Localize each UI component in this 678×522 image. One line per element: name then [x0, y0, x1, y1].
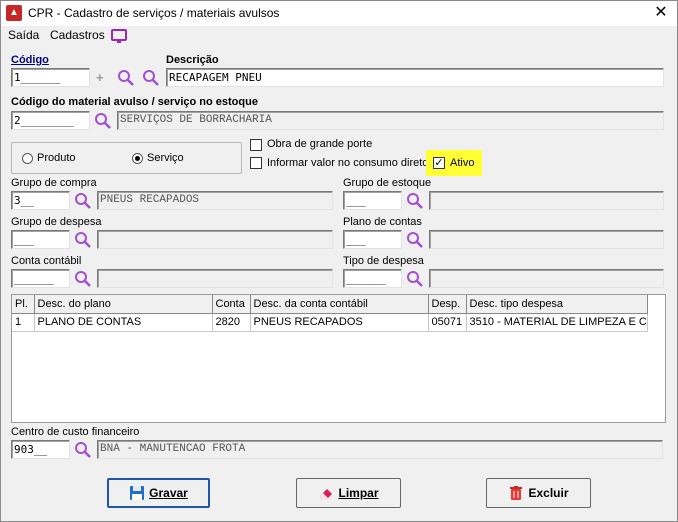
excluir-button[interactable]: Excluir	[486, 478, 591, 508]
informar-checkbox[interactable]	[250, 157, 262, 169]
conta-contabil-input[interactable]: ______	[11, 269, 70, 288]
menu-bar: Saída Cadastros	[1, 26, 677, 46]
search-descricao-icon[interactable]	[142, 69, 160, 87]
tipo-despesa-input[interactable]: ______	[343, 269, 402, 288]
codigo-input[interactable]: 1______	[11, 68, 90, 87]
cell-desp[interactable]: 05071	[428, 313, 467, 332]
search-grupo-estoque-icon[interactable]	[406, 192, 424, 210]
tipo-despesa-label: Tipo de despesa	[343, 255, 424, 267]
search-tipo-despesa-icon[interactable]	[406, 270, 424, 288]
estoque-code-input[interactable]: 2________	[11, 111, 90, 130]
search-icon[interactable]	[117, 69, 135, 87]
grupo-estoque-desc	[429, 191, 664, 210]
save-icon	[129, 485, 145, 501]
trash-icon	[508, 485, 524, 501]
limpar-label: Limpar	[338, 486, 379, 500]
grupo-despesa-label: Grupo de despesa	[11, 216, 102, 228]
col-pl[interactable]: Pl.	[12, 295, 35, 314]
search-plano-contas-icon[interactable]	[406, 231, 424, 249]
grupo-despesa-input[interactable]: ___	[11, 230, 70, 249]
title-bar: ▲ CPR - Cadastro de serviços / materiais…	[0, 0, 678, 26]
conta-contabil-label: Conta contábil	[11, 255, 82, 267]
plano-contas-label: Plano de contas	[343, 216, 422, 228]
menu-cadastros[interactable]: Cadastros	[50, 28, 105, 42]
grupo-estoque-input[interactable]: ___	[343, 191, 402, 210]
radio-servico[interactable]	[132, 153, 143, 164]
grupo-compra-desc: PNEUS RECAPADOS	[97, 191, 333, 210]
app-icon: ▲	[6, 5, 22, 21]
search-conta-contabil-icon[interactable]	[74, 270, 92, 288]
gravar-label: Gravar	[149, 486, 188, 500]
grupo-estoque-label: Grupo de estoque	[343, 177, 432, 189]
plano-contas-desc	[429, 230, 664, 249]
obra-checkbox[interactable]	[250, 139, 262, 151]
plus-icon[interactable]: +	[96, 70, 104, 85]
codigo-label: Código	[11, 54, 49, 66]
menu-saida[interactable]: Saída	[8, 28, 39, 42]
search-grupo-despesa-icon[interactable]	[74, 231, 92, 249]
ativo-label: Ativo	[450, 157, 475, 169]
limpar-button[interactable]: Limpar	[296, 478, 401, 508]
cell-desc-tipo[interactable]: 3510 - MATERIAL DE LIMPEZA E C	[466, 313, 648, 332]
search-centro-custo-icon[interactable]	[74, 441, 92, 459]
window-title: CPR - Cadastro de serviços / materiais a…	[28, 6, 280, 20]
eraser-icon	[318, 485, 334, 501]
estoque-label: Código do material avulso / serviço no e…	[11, 96, 258, 108]
estoque-desc: SERVIÇOS DE BORRACHARIA	[117, 111, 664, 130]
informar-label: Informar valor no consumo direto	[267, 157, 429, 169]
cell-conta[interactable]: 2820	[212, 313, 251, 332]
cell-desc-plano[interactable]: PLANO DE CONTAS	[34, 313, 213, 332]
search-grupo-compra-icon[interactable]	[74, 192, 92, 210]
cell-desc-conta[interactable]: PNEUS RECAPADOS	[250, 313, 429, 332]
col-desp[interactable]: Desp.	[428, 295, 467, 314]
grupo-compra-input[interactable]: 3__	[11, 191, 70, 210]
grupo-compra-label: Grupo de compra	[11, 177, 97, 189]
ativo-checkbox[interactable]: ✓	[433, 157, 445, 169]
monitor-icon[interactable]	[111, 29, 127, 43]
centro-custo-label: Centro de custo financeiro	[11, 426, 140, 438]
obra-label: Obra de grande porte	[267, 138, 373, 150]
produto-label: Produto	[37, 152, 76, 164]
centro-custo-desc: BNA - MANUTENCAO FROTA	[97, 440, 663, 459]
col-conta[interactable]: Conta	[212, 295, 251, 314]
plano-contas-input[interactable]: ___	[343, 230, 402, 249]
contas-grid[interactable]: Pl. Desc. do plano Conta Desc. da conta …	[11, 294, 666, 423]
descricao-label: Descrição	[166, 54, 219, 66]
radio-produto[interactable]	[22, 153, 33, 164]
col-desc-plano[interactable]: Desc. do plano	[34, 295, 213, 314]
conta-contabil-desc	[97, 269, 333, 288]
col-desc-conta[interactable]: Desc. da conta contábil	[250, 295, 429, 314]
close-button[interactable]: ✕	[650, 2, 672, 24]
col-desc-tipo[interactable]: Desc. tipo despesa	[466, 295, 648, 314]
gravar-button[interactable]: Gravar	[107, 478, 210, 508]
grupo-despesa-desc	[97, 230, 333, 249]
cell-pl[interactable]: 1	[12, 313, 35, 332]
search-estoque-icon[interactable]	[94, 112, 112, 130]
servico-label: Serviço	[147, 152, 184, 164]
tipo-despesa-desc	[429, 269, 664, 288]
contas-table: Pl. Desc. do plano Conta Desc. da conta …	[12, 295, 648, 332]
centro-custo-input[interactable]: 903__	[11, 440, 70, 459]
excluir-label: Excluir	[528, 486, 569, 500]
table-row[interactable]: 1 PLANO DE CONTAS 2820 PNEUS RECAPADOS 0…	[12, 313, 648, 332]
descricao-input[interactable]: RECAPAGEM PNEU	[166, 68, 664, 87]
